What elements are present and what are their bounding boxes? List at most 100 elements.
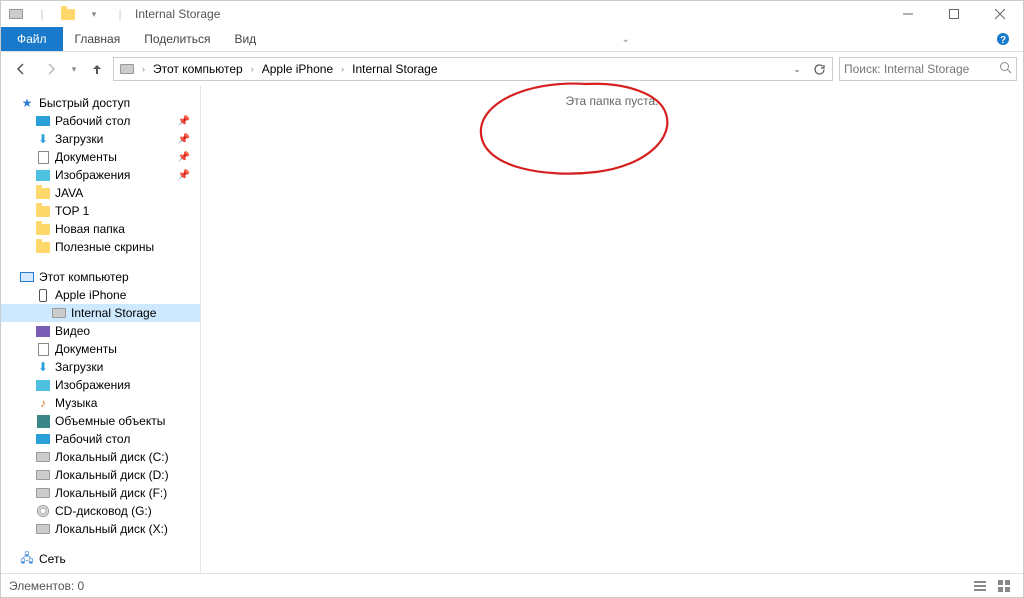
downloads-icon: ⬇ — [35, 131, 51, 147]
statusbar: Элементов: 0 — [1, 573, 1023, 597]
breadcrumb-device[interactable]: Apple iPhone — [258, 62, 337, 76]
tree-item-videos[interactable]: Видео — [1, 322, 200, 340]
breadcrumb-root-icon[interactable] — [116, 64, 138, 74]
tree-label: CD-дисковод (G:) — [55, 504, 152, 518]
ribbon-expand-icon[interactable]: ⌄ — [615, 27, 637, 51]
tree-item-folder[interactable]: Полезные скрины — [1, 238, 200, 256]
address-dropdown-icon[interactable]: ⌄ — [786, 58, 808, 80]
star-icon: ★ — [19, 95, 35, 111]
search-input[interactable] — [844, 62, 999, 76]
tree-label: Локальный диск (X:) — [55, 522, 168, 536]
folder-icon — [57, 3, 79, 25]
tree-item-drive-x[interactable]: Локальный диск (X:) — [1, 520, 200, 538]
tree-label: Загрузки — [55, 360, 103, 374]
nav-forward-button[interactable] — [37, 56, 65, 82]
pictures-icon — [35, 167, 51, 183]
tree-label: Новая папка — [55, 222, 125, 236]
video-icon — [35, 323, 51, 339]
app-icon — [5, 3, 27, 25]
qat-divider: | — [109, 3, 131, 25]
tree-label: Документы — [55, 150, 117, 164]
drive-icon — [35, 485, 51, 501]
navbar: ▾ › Этот компьютер › Apple iPhone › Inte… — [1, 52, 1023, 86]
drive-icon — [51, 305, 67, 321]
tree-item-folder[interactable]: TOP 1 — [1, 202, 200, 220]
tree-item-folder[interactable]: JAVA — [1, 184, 200, 202]
tree-item-iphone[interactable]: Apple iPhone — [1, 286, 200, 304]
view-icons-button[interactable] — [993, 576, 1015, 596]
tree-item-drive-f[interactable]: Локальный диск (F:) — [1, 484, 200, 502]
tree-item-downloads[interactable]: ⬇Загрузки — [1, 358, 200, 376]
window-title: Internal Storage — [135, 7, 220, 21]
tree-item-desktop[interactable]: Рабочий стол — [1, 430, 200, 448]
chevron-right-icon[interactable]: › — [140, 64, 147, 74]
tree-label: Локальный диск (F:) — [55, 486, 167, 500]
tree-label: Internal Storage — [71, 306, 156, 320]
folder-icon — [35, 185, 51, 201]
empty-folder-message: Эта папка пуста. — [201, 86, 1023, 108]
content-pane[interactable]: Эта папка пуста. — [201, 86, 1023, 573]
tree-item-internal-storage[interactable]: Internal Storage — [1, 304, 200, 322]
pc-icon — [19, 269, 35, 285]
tree-quick-access[interactable]: ★ Быстрый доступ — [1, 94, 200, 112]
tree-item-folder[interactable]: Новая папка — [1, 220, 200, 238]
minimize-button[interactable] — [885, 1, 931, 27]
address-bar[interactable]: › Этот компьютер › Apple iPhone › Intern… — [113, 57, 833, 81]
desktop-icon — [35, 431, 51, 447]
chevron-right-icon[interactable]: › — [339, 64, 346, 74]
tree-network[interactable]: 🖧Сеть — [1, 550, 200, 568]
help-icon[interactable]: ? — [983, 27, 1023, 51]
pin-icon: 📌 — [178, 170, 190, 181]
tree-item-3dobjects[interactable]: Объемные объекты — [1, 412, 200, 430]
tree-label: Документы — [55, 342, 117, 356]
music-icon: ♪ — [35, 395, 51, 411]
tree-label: Изображения — [55, 378, 130, 392]
search-icon[interactable] — [999, 61, 1012, 77]
ribbon-tab-home[interactable]: Главная — [63, 27, 133, 51]
tree-item-drive-d[interactable]: Локальный диск (D:) — [1, 466, 200, 484]
3d-icon — [35, 413, 51, 429]
tree-item-desktop[interactable]: Рабочий стол📌 — [1, 112, 200, 130]
tree-item-downloads[interactable]: ⬇Загрузки📌 — [1, 130, 200, 148]
tree-item-pictures[interactable]: Изображения 📌 — [1, 166, 200, 184]
drive-icon — [35, 467, 51, 483]
breadcrumb-storage[interactable]: Internal Storage — [348, 62, 441, 76]
tree-label: Загрузки — [55, 132, 103, 146]
view-details-button[interactable] — [969, 576, 991, 596]
ribbon: Файл Главная Поделиться Вид ⌄ ? — [1, 27, 1023, 52]
ribbon-tab-view[interactable]: Вид — [222, 27, 268, 51]
chevron-right-icon[interactable]: › — [249, 64, 256, 74]
pin-icon: 📌 — [178, 152, 190, 163]
tree-item-drive-c[interactable]: Локальный диск (C:) — [1, 448, 200, 466]
breadcrumb-this-pc[interactable]: Этот компьютер — [149, 62, 247, 76]
nav-tree: ★ Быстрый доступ Рабочий стол📌 ⬇Загрузки… — [1, 86, 201, 573]
tree-item-pictures[interactable]: Изображения — [1, 376, 200, 394]
refresh-icon[interactable] — [808, 58, 830, 80]
nav-up-button[interactable] — [83, 56, 111, 82]
tree-label: Изображения — [55, 168, 130, 182]
ribbon-tab-share[interactable]: Поделиться — [132, 27, 222, 51]
nav-back-button[interactable] — [7, 56, 35, 82]
tree-label: TOP 1 — [55, 204, 89, 218]
tree-item-cd-g[interactable]: CD-дисковод (G:) — [1, 502, 200, 520]
network-icon: 🖧 — [19, 551, 35, 567]
documents-icon — [35, 341, 51, 357]
close-button[interactable] — [977, 1, 1023, 27]
tree-item-documents[interactable]: Документы — [1, 340, 200, 358]
tree-item-documents[interactable]: Документы 📌 — [1, 148, 200, 166]
drive-icon — [35, 449, 51, 465]
tree-item-music[interactable]: ♪Музыка — [1, 394, 200, 412]
folder-icon — [35, 221, 51, 237]
qat-dropdown[interactable]: ▾ — [83, 3, 105, 25]
nav-recent-dropdown[interactable]: ▾ — [67, 56, 81, 82]
tree-this-pc[interactable]: Этот компьютер — [1, 268, 200, 286]
status-item-count: Элементов: 0 — [9, 579, 84, 593]
titlebar: | ▾ | Internal Storage — [1, 1, 1023, 27]
maximize-button[interactable] — [931, 1, 977, 27]
search-box[interactable] — [839, 57, 1017, 81]
tree-label: Объемные объекты — [55, 414, 165, 428]
tree-label: Этот компьютер — [39, 270, 129, 284]
tree-label: Apple iPhone — [55, 288, 126, 302]
tree-label: Быстрый доступ — [39, 96, 130, 110]
ribbon-tab-file[interactable]: Файл — [1, 27, 63, 51]
